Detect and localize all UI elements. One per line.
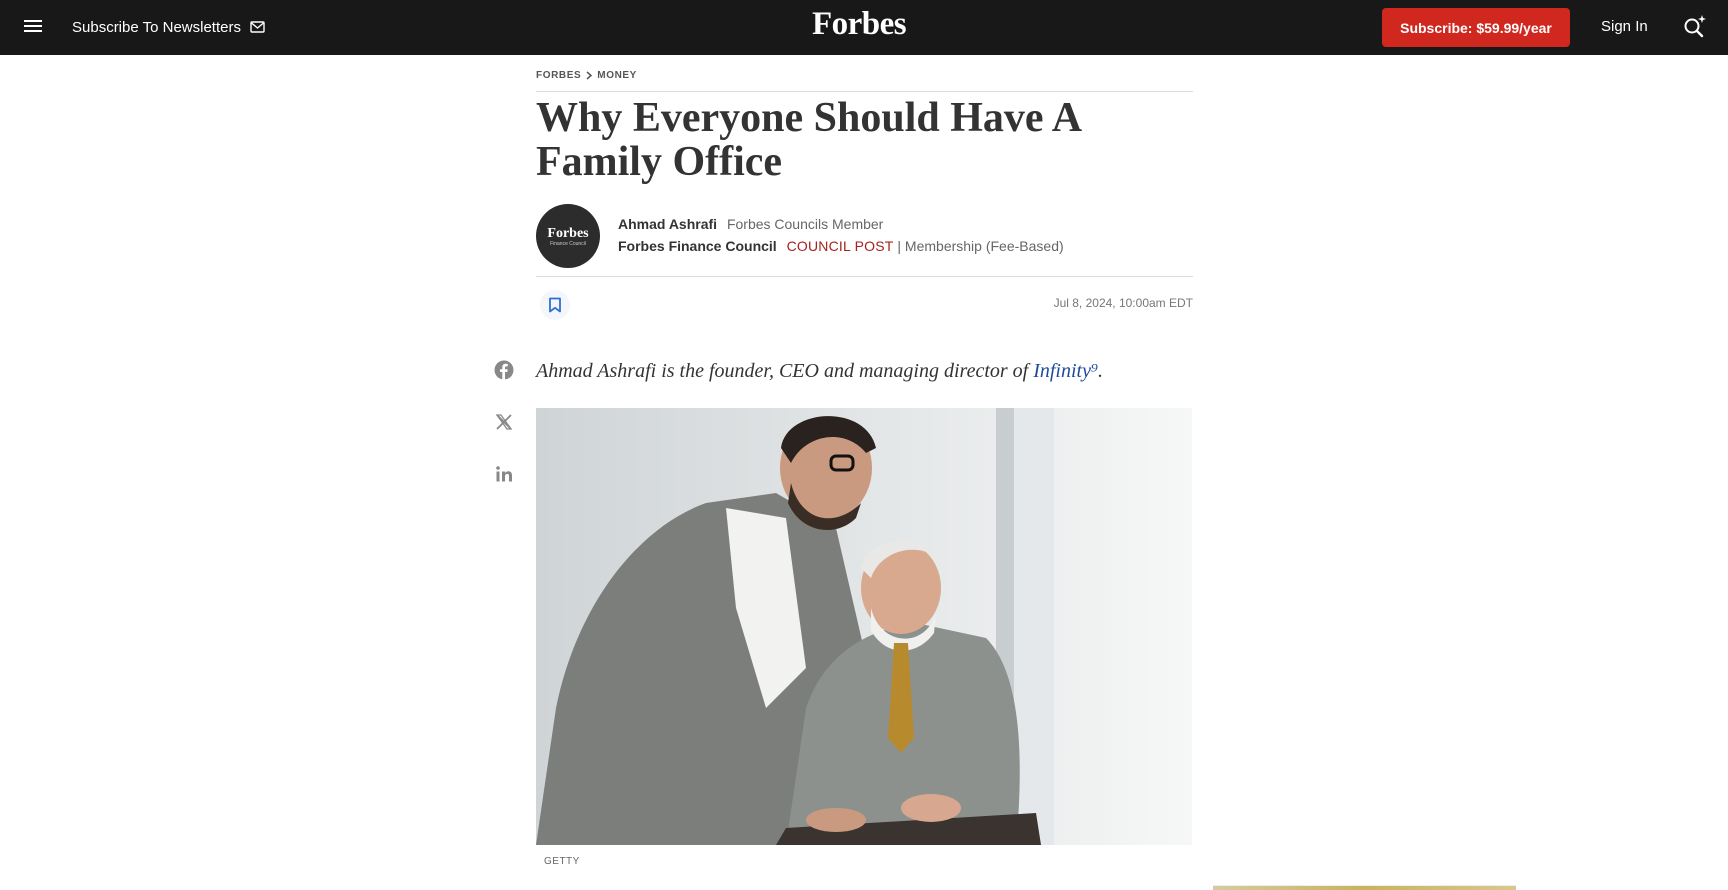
membership-label: | Membership (Fee-Based) — [897, 238, 1064, 254]
top-nav: Subscribe To Newsletters Forbes Subscrib… — [0, 0, 1728, 55]
divider — [536, 276, 1193, 277]
hamburger-menu-icon[interactable] — [24, 17, 48, 37]
subscribe-newsletters-link[interactable]: Subscribe To Newsletters — [72, 17, 265, 37]
ai-search-icon[interactable] — [1681, 13, 1709, 41]
bookmark-icon — [549, 297, 561, 313]
x-icon[interactable] — [494, 412, 514, 432]
breadcrumb: FORBES MONEY — [536, 70, 637, 81]
linkedin-icon[interactable] — [494, 464, 514, 484]
infinity9-link[interactable]: Infinity⁹ — [1033, 360, 1098, 382]
council-post-label: COUNCIL POST — [786, 238, 894, 254]
bookmark-button[interactable] — [540, 290, 570, 320]
forbes-logo[interactable]: Forbes — [812, 6, 907, 43]
subscribe-button[interactable]: Subscribe: $59.99/year — [1382, 8, 1570, 47]
author-role: Forbes Councils Member — [726, 216, 884, 232]
sign-in-link[interactable]: Sign In — [1601, 18, 1648, 35]
lede-text: Ahmad Ashrafi is the founder, CEO and ma… — [536, 360, 1034, 382]
author-name[interactable]: Ahmad Ashrafi — [618, 216, 717, 232]
newsletter-label: Subscribe To Newsletters — [72, 18, 241, 36]
article-lede: Ahmad Ashrafi is the founder, CEO and ma… — [536, 360, 1103, 383]
hero-image — [536, 408, 1192, 845]
ad-banner[interactable] — [1213, 885, 1516, 890]
facebook-icon[interactable] — [494, 360, 514, 380]
lede-end: . — [1097, 360, 1103, 382]
byline-author: Ahmad Ashrafi Forbes Councils Member — [618, 216, 883, 232]
avatar[interactable]: Forbes Finance Council — [536, 204, 600, 268]
avatar-subtitle: Finance Council — [550, 240, 586, 247]
image-caption: GETTY — [544, 856, 580, 867]
byline-council: Forbes Finance Council COUNCIL POST | Me… — [618, 238, 1064, 254]
publish-date: Jul 8, 2024, 10:00am EDT — [1053, 296, 1193, 310]
divider — [536, 91, 1193, 92]
mail-icon — [250, 21, 265, 33]
avatar-logo: Forbes — [547, 225, 589, 241]
council-name[interactable]: Forbes Finance Council — [618, 238, 777, 254]
breadcrumb-forbes[interactable]: FORBES — [536, 70, 581, 81]
breadcrumb-money[interactable]: MONEY — [597, 70, 637, 81]
article-title: Why Everyone Should Have A Family Office — [536, 95, 1080, 185]
chevron-right-icon — [586, 71, 593, 80]
